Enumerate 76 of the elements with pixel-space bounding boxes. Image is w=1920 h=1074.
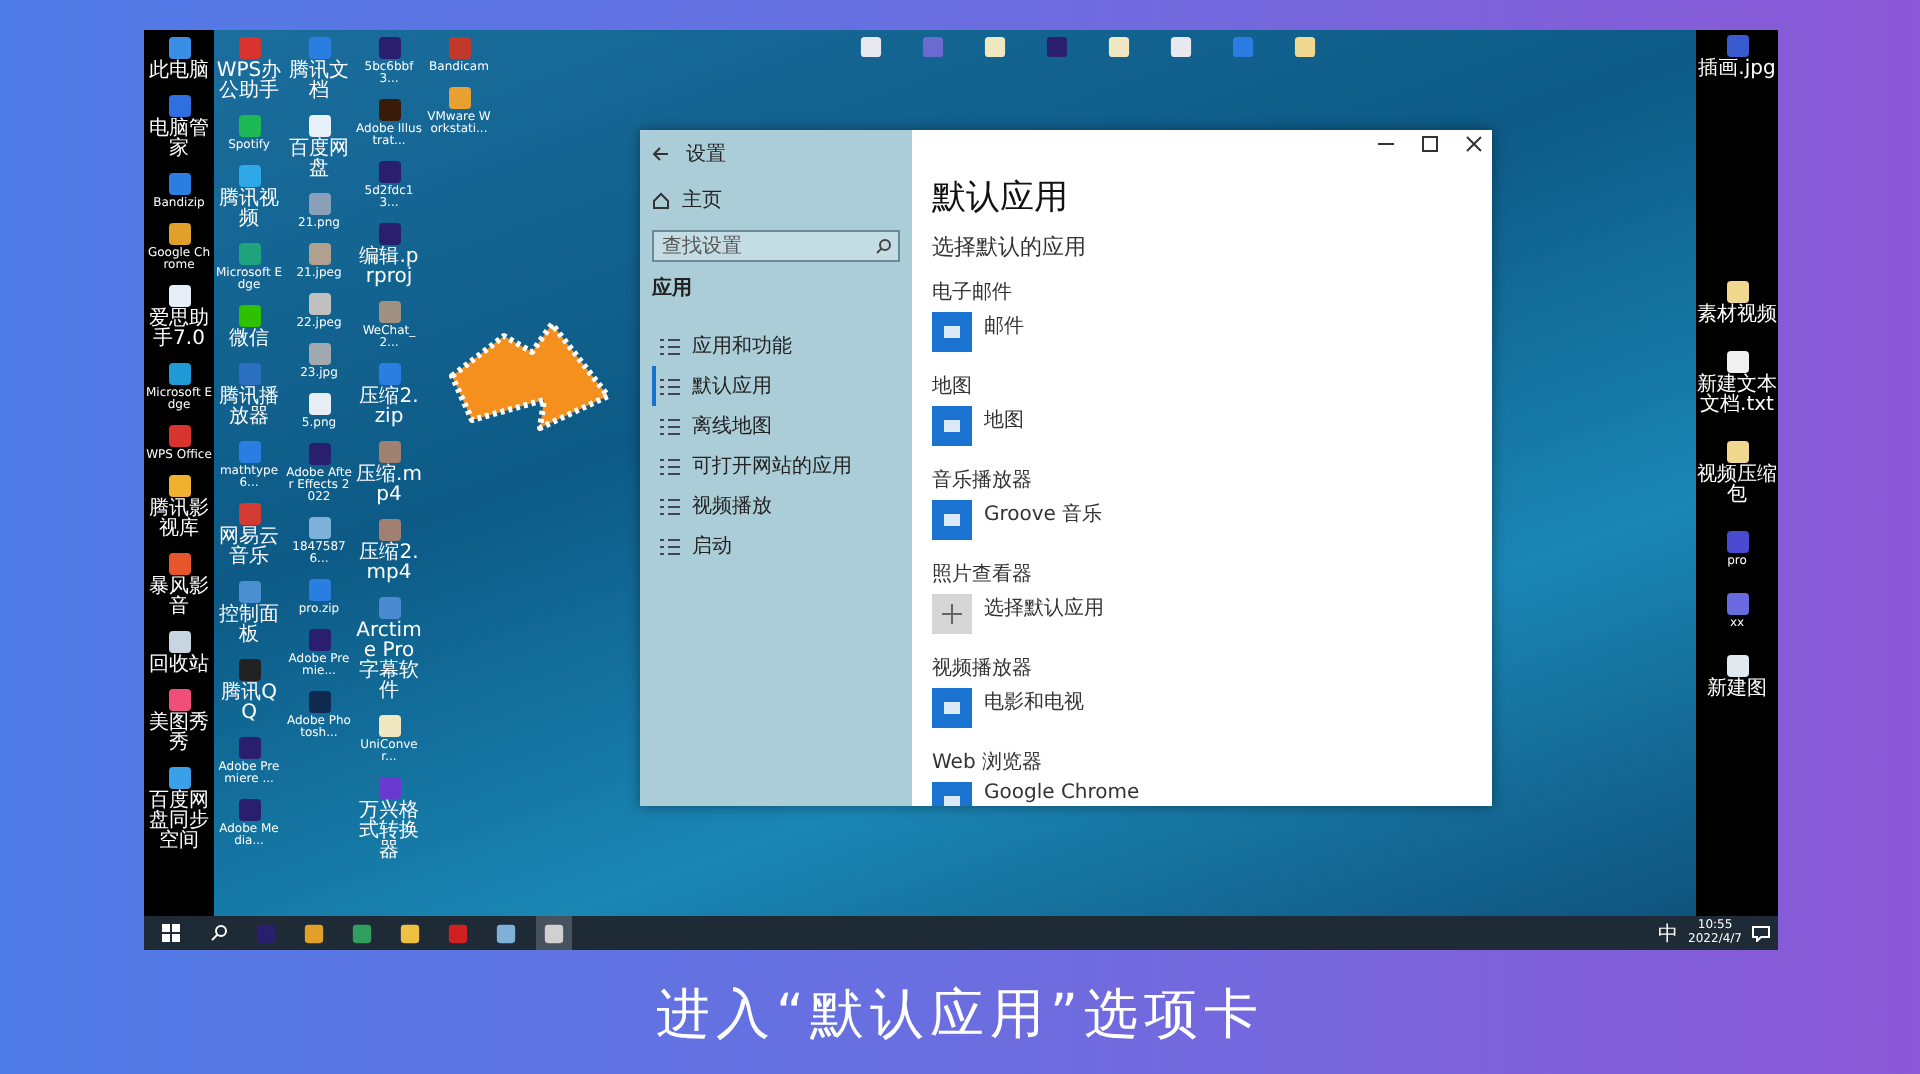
icon-label: 腾讯视频	[217, 190, 281, 230]
icon-label: 暴风影音	[147, 578, 211, 618]
close-icon	[1464, 134, 1484, 154]
icon-label: 电脑管家	[147, 120, 211, 160]
list-icon	[660, 457, 680, 475]
maximize-button[interactable]	[1420, 134, 1440, 154]
page-subheading: 选择默认的应用	[932, 232, 1088, 262]
default-app-button[interactable]: 选择默认应用	[932, 594, 1492, 634]
icon-label: 腾讯文档	[287, 62, 351, 102]
icon-label: 此电脑	[147, 62, 211, 82]
list-icon	[660, 377, 680, 395]
search-icon	[209, 924, 227, 942]
icon-label: 腾讯QQ	[219, 684, 279, 724]
icon-label: 百度网盘	[287, 140, 351, 180]
back-arrow-icon[interactable]	[652, 146, 670, 162]
icon-label: 压缩2.mp4	[357, 544, 421, 584]
plus-icon	[932, 594, 972, 634]
app-icon	[932, 500, 972, 540]
icon-label: 腾讯播放器	[217, 388, 281, 428]
category-label: 电子邮件	[932, 279, 1014, 306]
icon-label: 网易云音乐	[217, 528, 281, 568]
search-icon	[876, 238, 892, 254]
default-app-button[interactable]: 邮件	[932, 312, 1492, 352]
icon-label: 视频压缩包	[1697, 466, 1777, 506]
page-heading: 默认应用	[932, 176, 1070, 220]
nav-item[interactable]: 应用和功能	[652, 326, 900, 366]
category-label: 地图	[932, 373, 974, 400]
category-label: 视频播放器	[932, 655, 1034, 682]
icon-label: 压缩.mp4	[356, 466, 422, 506]
default-app-button[interactable]: 地图	[932, 406, 1492, 446]
input-method-indicator[interactable]: 中	[1658, 919, 1679, 947]
icon-label: Arctime Pro 字幕软件	[356, 622, 422, 702]
search-field[interactable]: 查找设置	[652, 230, 900, 262]
app-icon	[932, 688, 972, 728]
category-label: Web 浏览器	[932, 749, 1044, 776]
icon-label: WPS办公助手	[216, 62, 282, 102]
list-icon	[660, 337, 680, 355]
icon-label: 控制面板	[217, 606, 281, 646]
icon-label: 素材视频	[1697, 306, 1777, 326]
notification-icon[interactable]	[1752, 925, 1770, 941]
nav-item[interactable]: 默认应用	[652, 366, 900, 406]
list-icon	[660, 417, 680, 435]
home-icon	[652, 191, 670, 209]
icon-label: 美图秀秀	[147, 714, 211, 754]
icon-label: 回收站	[147, 656, 211, 676]
list-icon	[660, 537, 680, 555]
taskbar-app-button[interactable]	[536, 916, 572, 950]
windows-logo-icon	[161, 924, 179, 942]
app-icon	[932, 406, 972, 446]
default-app-button[interactable]: 电影和电视	[932, 688, 1492, 728]
icon-label: 压缩2.zip	[357, 388, 421, 428]
home-link[interactable]: 主页	[682, 186, 722, 214]
icon-label: 百度网盘同步空间	[147, 792, 211, 852]
icon-label: 爱思助手7.0	[147, 310, 211, 350]
default-app-button[interactable]: Groove 音乐	[932, 500, 1492, 540]
section-heading: 应用	[652, 274, 694, 302]
icon-label: 编辑.prproj	[357, 248, 421, 288]
category-label: 照片查看器	[932, 561, 1034, 588]
nav-item[interactable]: 离线地图	[652, 406, 900, 446]
icon-label: 微信	[227, 330, 271, 350]
caption: 进入“默认应用”选项卡	[654, 982, 1266, 1050]
default-app-button[interactable]: Google Chrome	[932, 782, 1492, 806]
nav-item[interactable]: 可打开网站的应用	[652, 446, 900, 486]
category-label: 音乐播放器	[932, 467, 1034, 494]
maximize-icon	[1420, 134, 1440, 154]
window-title: 设置	[686, 141, 726, 168]
icon-label: 万兴格式转换器	[357, 802, 421, 862]
nav-item[interactable]: 视频播放	[652, 486, 900, 526]
nav-item[interactable]: 启动	[652, 526, 900, 566]
close-button[interactable]	[1464, 134, 1484, 154]
app-icon	[932, 312, 972, 352]
icon-label: 插画.jpg	[1697, 60, 1777, 80]
icon-label: 新建图	[1705, 680, 1769, 700]
icon-label: 新建文本文档.txt	[1697, 376, 1777, 416]
list-icon	[660, 497, 680, 515]
icon-label: 腾讯影视库	[147, 500, 211, 540]
